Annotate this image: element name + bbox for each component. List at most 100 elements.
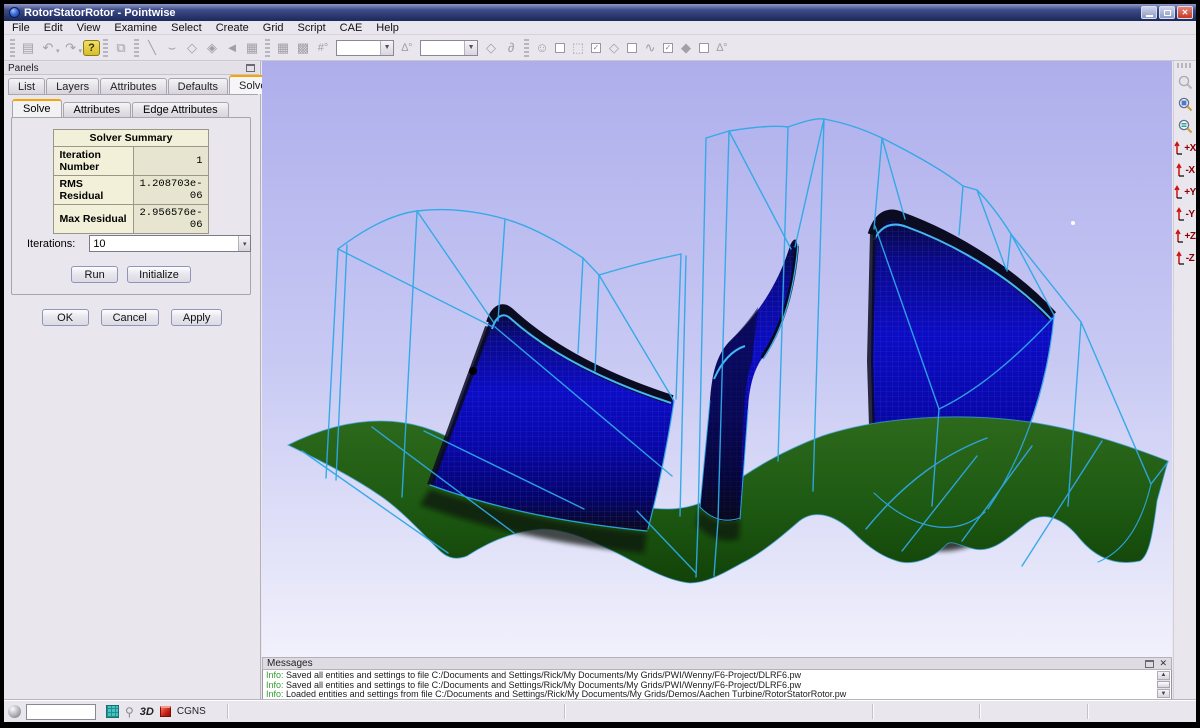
view-plus-z-button[interactable]: +Z	[1174, 226, 1196, 247]
trim-icon[interactable]: ◄	[222, 38, 242, 58]
status-bar: ⚲ 3D CGNS	[4, 700, 1196, 722]
connector-tool-icon[interactable]: ⚲	[125, 705, 134, 719]
show-labels-checkbox[interactable]	[699, 43, 709, 53]
panels-caption[interactable]: Panels	[4, 62, 259, 75]
show-domains-checkbox[interactable]: ✓	[591, 43, 601, 53]
tab-layers[interactable]: Layers	[46, 78, 99, 94]
viewport-canvas[interactable]	[262, 61, 1172, 657]
tab-list[interactable]: List	[8, 78, 45, 94]
menu-grid[interactable]: Grid	[263, 22, 284, 34]
toolbar-grip[interactable]	[10, 39, 15, 57]
menu-edit[interactable]: Edit	[44, 22, 63, 34]
domain-icon[interactable]: ◇	[182, 38, 202, 58]
zoom-extents-icon[interactable]	[1175, 94, 1196, 115]
shade-mask-icon[interactable]: ☺	[532, 38, 552, 58]
menu-file[interactable]: File	[12, 22, 30, 34]
scroll-up-icon[interactable]: ▲	[1157, 671, 1170, 680]
apply-button[interactable]: Apply	[171, 309, 223, 326]
spacing-combo[interactable]: ▼	[336, 40, 394, 56]
block-icon[interactable]: ▦	[242, 38, 262, 58]
chevron-down-icon[interactable]: ▼	[464, 41, 477, 55]
initialize-button[interactable]: Initialize	[127, 266, 191, 283]
viewport-3d[interactable]	[262, 61, 1172, 657]
toolbar-grip[interactable]	[265, 39, 270, 57]
messages-title-bar[interactable]: Messages ✕	[262, 657, 1172, 670]
menu-examine[interactable]: Examine	[114, 22, 157, 34]
view-toolbar: +X -X +Y -Y +Z -Z	[1173, 61, 1196, 700]
ok-button[interactable]: OK	[42, 309, 89, 326]
view-minus-z-button[interactable]: -Z	[1174, 248, 1196, 269]
dimension-icon[interactable]: #°	[313, 38, 333, 58]
view-plus-y-button[interactable]: +Y	[1174, 182, 1196, 203]
status-entry-field[interactable]	[26, 704, 96, 720]
restore-button[interactable]	[1159, 6, 1175, 19]
subtab-edge-attributes[interactable]: Edge Attributes	[132, 102, 229, 117]
iterations-stepper[interactable]: ▾	[89, 235, 251, 252]
menu-script[interactable]: Script	[298, 22, 326, 34]
window-title: RotorStatorRotor - Pointwise	[24, 7, 176, 19]
float-panel-icon[interactable]	[246, 64, 255, 72]
connector-curve-icon[interactable]: ⌣	[162, 38, 182, 58]
connector-wave-icon[interactable]: ∿	[640, 38, 660, 58]
domain-icon[interactable]: ◆	[676, 38, 696, 58]
angle-icon[interactable]: ∆°	[397, 38, 417, 58]
title-bar[interactable]: RotorStatorRotor - Pointwise ✕	[4, 4, 1196, 21]
layer-stack-icon[interactable]: ⧉	[111, 38, 131, 58]
partial-derivative-icon[interactable]: ∂	[501, 38, 521, 58]
view-minus-y-button[interactable]: -Y	[1174, 204, 1196, 225]
menu-cae[interactable]: CAE	[340, 22, 363, 34]
panel-tab-strip: List Layers Attributes Defaults Solve	[8, 77, 258, 95]
show-blocks-checkbox[interactable]	[555, 43, 565, 53]
status-separator	[872, 704, 874, 719]
toolbar-grip[interactable]	[1177, 63, 1193, 68]
menu-select[interactable]: Select	[171, 22, 202, 34]
messages-scrollbar[interactable]: ▲ ▼	[1157, 671, 1170, 698]
angle-combo[interactable]: ▼	[420, 40, 478, 56]
close-button[interactable]: ✕	[1177, 6, 1193, 19]
minimize-button[interactable]	[1141, 6, 1157, 19]
application-window: RotorStatorRotor - Pointwise ✕ File Edit…	[0, 0, 1200, 728]
subtab-attributes[interactable]: Attributes	[63, 102, 131, 117]
tab-defaults[interactable]: Defaults	[168, 78, 228, 94]
undo-icon[interactable]: ↶	[38, 38, 58, 58]
messages-log[interactable]: Info: Saved all entities and settings to…	[262, 670, 1172, 700]
redo-icon[interactable]: ↷	[61, 38, 81, 58]
toolbar-grip[interactable]	[103, 39, 108, 57]
menu-create[interactable]: Create	[216, 22, 249, 34]
grid-solid-icon[interactable]: ▦	[273, 38, 293, 58]
view-minus-x-button[interactable]: -X	[1174, 160, 1196, 181]
save-icon[interactable]: ▤	[18, 38, 38, 58]
domain-flat-icon[interactable]: ◇	[481, 38, 501, 58]
show-connectors-checkbox[interactable]	[627, 43, 637, 53]
float-panel-icon[interactable]	[1145, 660, 1154, 668]
toolbar-grip[interactable]	[134, 39, 139, 57]
show-spacings-checkbox[interactable]: ✓	[663, 43, 673, 53]
spinner-arrows-icon[interactable]: ▾	[238, 236, 250, 251]
zoom-out-icon[interactable]	[1175, 72, 1196, 93]
subtab-solve[interactable]: Solve	[12, 99, 62, 117]
run-button[interactable]: Run	[71, 266, 118, 283]
cancel-button[interactable]: Cancel	[101, 309, 159, 326]
grid-mesh-icon[interactable]: ▩	[293, 38, 313, 58]
spacing-input[interactable]	[337, 41, 380, 55]
iterations-input[interactable]	[90, 236, 238, 251]
toolbar-grip[interactable]	[524, 39, 529, 57]
zoom-equal-icon[interactable]	[1175, 116, 1196, 137]
domain-icon[interactable]: ◇	[604, 38, 624, 58]
view-plus-x-button[interactable]: +X	[1174, 138, 1196, 159]
scroll-down-icon[interactable]: ▼	[1157, 689, 1170, 698]
connector-line-icon[interactable]: ╲	[142, 38, 162, 58]
block-solid-icon[interactable]: ⬚	[568, 38, 588, 58]
grid-mode-icon[interactable]	[106, 705, 119, 718]
angle-input[interactable]	[421, 41, 464, 55]
help-icon[interactable]: ?	[83, 40, 100, 56]
domain-mesh-icon[interactable]: ◈	[202, 38, 222, 58]
table-row: Max Residual 2.956576e-06	[54, 205, 208, 234]
annotation-icon[interactable]: ∆°	[712, 38, 732, 58]
menu-view[interactable]: View	[77, 22, 101, 34]
menu-help[interactable]: Help	[376, 22, 399, 34]
scrollbar-thumb[interactable]	[1157, 681, 1170, 688]
close-icon[interactable]: ✕	[1159, 658, 1167, 669]
chevron-down-icon[interactable]: ▼	[380, 41, 393, 55]
tab-attributes[interactable]: Attributes	[100, 78, 166, 94]
